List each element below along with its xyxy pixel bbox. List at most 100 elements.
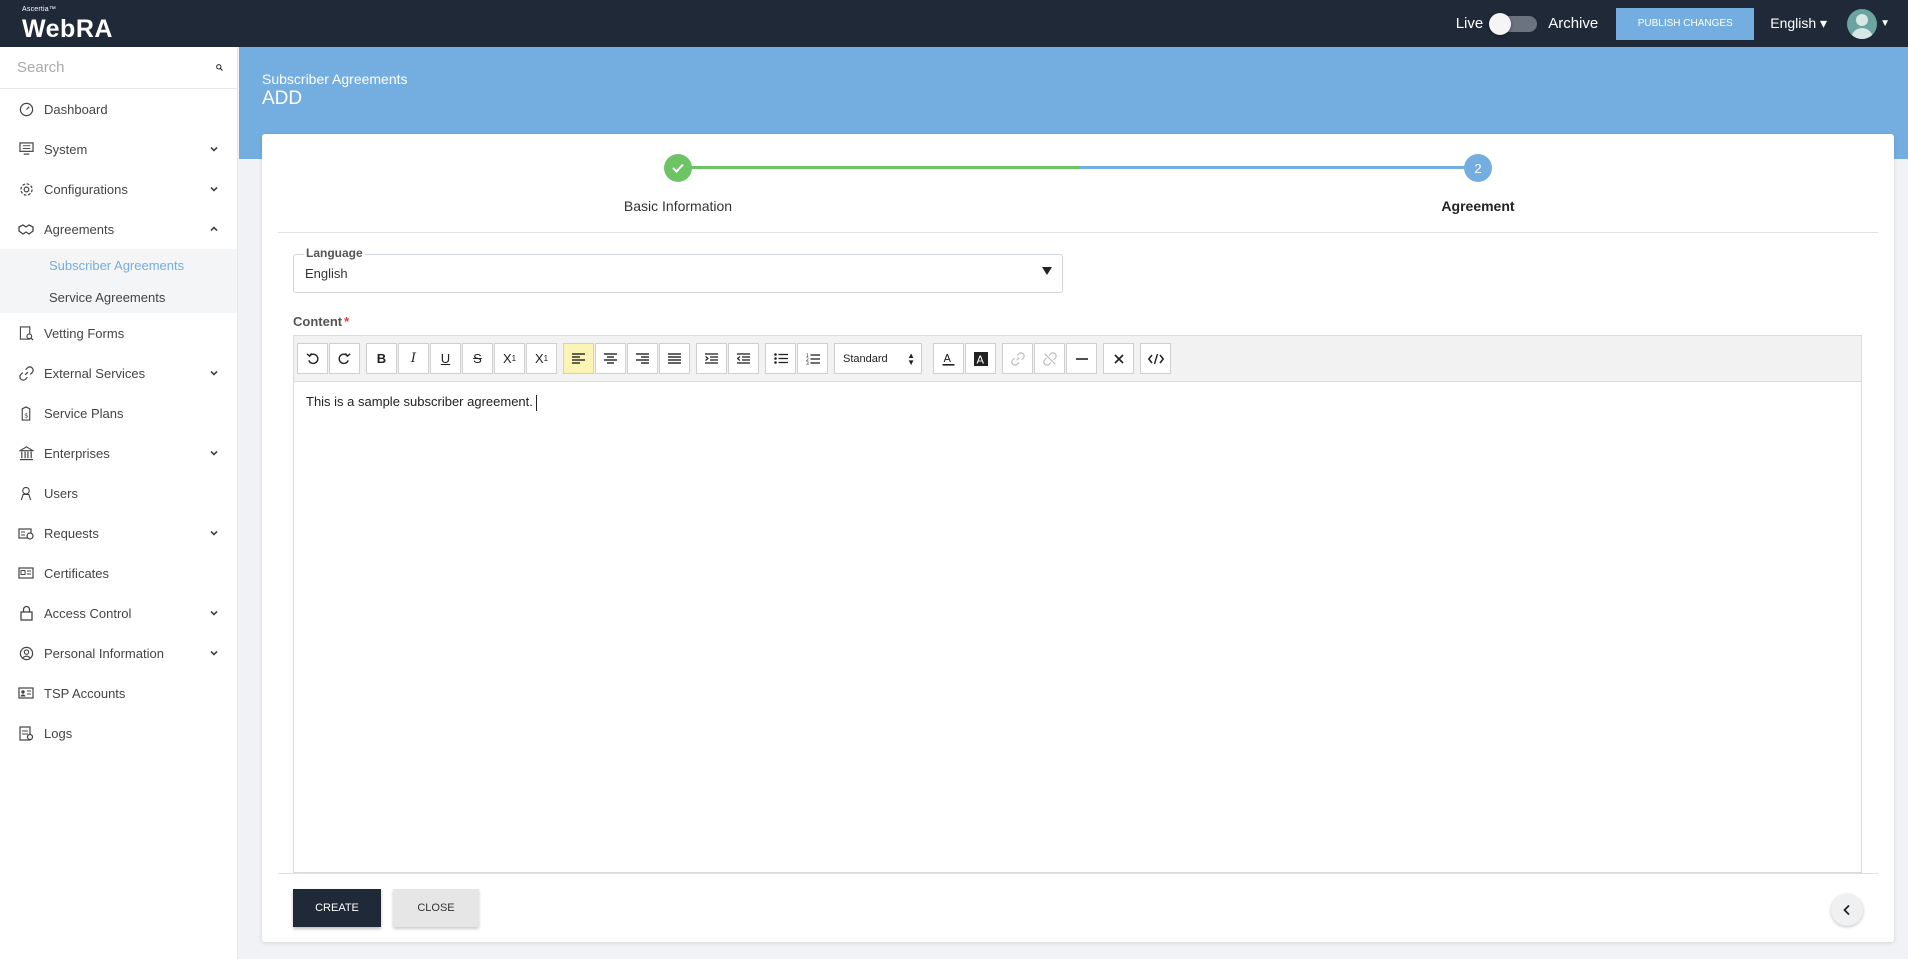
link-insert-icon[interactable] [1002, 343, 1033, 374]
sidebar-item-label: Dashboard [44, 101, 108, 117]
close-button[interactable]: CLOSE [393, 889, 479, 927]
sidebar-item-label: TSP Accounts [44, 685, 126, 701]
underline-icon[interactable]: U [430, 343, 461, 374]
sidebar-item-logs[interactable]: Logs [0, 713, 237, 753]
search-input[interactable] [17, 59, 216, 76]
sidebar-item-label: Service Plans [44, 405, 124, 421]
sidebar-item-vetting-forms[interactable]: Vetting Forms [0, 313, 237, 353]
editor-content-area[interactable]: This is a sample subscriber agreement. [294, 382, 1861, 423]
top-bar-actions: Live Archive PUBLISH CHANGES English ▾ ▼ [1456, 0, 1908, 47]
required-marker: * [344, 314, 350, 329]
clear-format-icon[interactable] [1103, 343, 1134, 374]
create-button[interactable]: CREATE [293, 889, 381, 927]
sidebar-item-certificates[interactable]: Certificates [0, 553, 237, 593]
search-icon[interactable] [216, 61, 223, 74]
chevron-down-icon [210, 650, 218, 656]
align-justify-icon[interactable] [659, 343, 690, 374]
editor-toolbar: B I U S X1 X1 123 Standard ▲ ▼ A A [294, 336, 1861, 382]
live-archive-toggle[interactable] [1489, 12, 1538, 35]
sidebar-item-label: External Services [44, 365, 146, 381]
handshake-icon [18, 221, 34, 237]
sidebar-item-external-services[interactable]: External Services [0, 353, 237, 393]
paragraph-format-value: Standard [843, 352, 888, 365]
undo-icon[interactable] [297, 343, 328, 374]
code-view-icon[interactable] [1140, 343, 1171, 374]
link-icon [18, 365, 34, 381]
italic-icon[interactable]: I [398, 343, 429, 374]
footer-divider [278, 873, 1878, 874]
chevron-down-icon [210, 186, 218, 192]
webra-logo[interactable]: Ascertia™ WebRA [22, 6, 122, 43]
indent-icon[interactable] [696, 343, 727, 374]
sidebar-search [0, 47, 237, 89]
language-label: Language [304, 246, 365, 260]
language-selector[interactable]: English ▾ [1770, 15, 1827, 32]
sidebar-item-label: Personal Information [44, 645, 164, 661]
svg-text:A: A [976, 353, 984, 366]
brand-vendor: Ascertia™ [22, 6, 57, 13]
background-color-icon[interactable]: A [965, 343, 996, 374]
svg-text:A: A [944, 352, 952, 365]
numbered-list-icon[interactable]: 123 [797, 343, 828, 374]
content-label-text: Content [293, 314, 343, 329]
caret-down-icon: ▼ [1880, 18, 1890, 29]
step-2-number[interactable]: 2 [1464, 154, 1492, 182]
sidebar-subitem-service-agreements[interactable]: Service Agreements [0, 281, 237, 313]
step-progress-complete [678, 166, 1080, 169]
subscript-icon[interactable]: X1 [494, 343, 525, 374]
step-2-label: Agreement [1441, 198, 1515, 214]
live-label: Live [1455, 15, 1484, 32]
chevron-down-icon [210, 450, 218, 456]
sidebar-item-personal-information[interactable]: Personal Information [0, 633, 237, 673]
outdent-icon[interactable] [728, 343, 759, 374]
svg-text:$: $ [24, 411, 28, 419]
text-cursor [535, 394, 537, 411]
breadcrumb[interactable]: Subscriber Agreements [262, 71, 408, 87]
sidebar-nav-rest: Vetting Forms External Services $ Servic… [0, 313, 237, 753]
id-card-icon [18, 685, 34, 701]
superscript-icon[interactable]: X1 [526, 343, 557, 374]
redo-icon[interactable] [329, 343, 360, 374]
publish-changes-button[interactable]: PUBLISH CHANGES [1616, 7, 1755, 40]
user-badge-icon [18, 485, 34, 501]
dashboard-icon [18, 101, 34, 117]
font-color-icon[interactable]: A [933, 343, 964, 374]
bold-icon[interactable]: B [366, 343, 397, 374]
strikethrough-icon[interactable]: S [462, 343, 493, 374]
sidebar-item-label: Requests [44, 525, 99, 541]
sidebar-item-agreements[interactable]: Agreements [0, 209, 237, 249]
sidebar-item-system[interactable]: System [0, 129, 237, 169]
page-title: ADD [262, 88, 303, 109]
paragraph-format-select[interactable]: Standard ▲ ▼ [834, 343, 922, 374]
svg-text:3: 3 [806, 361, 809, 365]
wizard-stepper: 2 Basic Information Agreement [262, 134, 1894, 233]
sidebar-item-label: Users [44, 485, 78, 501]
language-value: English [305, 266, 348, 281]
bullet-list-icon[interactable] [765, 343, 796, 374]
horizontal-rule-icon[interactable] [1066, 343, 1097, 374]
monitor-icon [18, 141, 34, 157]
sidebar-item-users[interactable]: Users [0, 473, 237, 513]
collapse-back-button[interactable] [1831, 894, 1863, 926]
align-center-icon[interactable] [595, 343, 626, 374]
user-menu[interactable]: ▼ [1847, 8, 1890, 39]
sidebar-item-label: Enterprises [44, 445, 110, 461]
chevron-up-icon [210, 226, 218, 232]
sidebar-item-dashboard[interactable]: Dashboard [0, 89, 237, 129]
sidebar-item-enterprises[interactable]: Enterprises [0, 433, 237, 473]
sidebar-item-service-plans[interactable]: $ Service Plans [0, 393, 237, 433]
top-bar: Ascertia™ WebRA Live Archive PUBLISH CHA… [0, 0, 1908, 47]
language-select[interactable]: Language English [293, 246, 1063, 293]
step-1-check-icon[interactable] [664, 154, 692, 182]
sidebar-item-configurations[interactable]: Configurations [0, 169, 237, 209]
sidebar-subitem-subscriber-agreements[interactable]: Subscriber Agreements [0, 249, 237, 281]
unlink-icon[interactable] [1034, 343, 1065, 374]
lock-icon [18, 605, 34, 621]
step-1-label: Basic Information [623, 198, 733, 214]
align-left-icon[interactable] [563, 343, 594, 374]
sidebar-item-access-control[interactable]: Access Control [0, 593, 237, 633]
content-label: Content * [293, 314, 349, 329]
align-right-icon[interactable] [627, 343, 658, 374]
sidebar-item-tsp-accounts[interactable]: TSP Accounts [0, 673, 237, 713]
sidebar-item-requests[interactable]: Requests [0, 513, 237, 553]
